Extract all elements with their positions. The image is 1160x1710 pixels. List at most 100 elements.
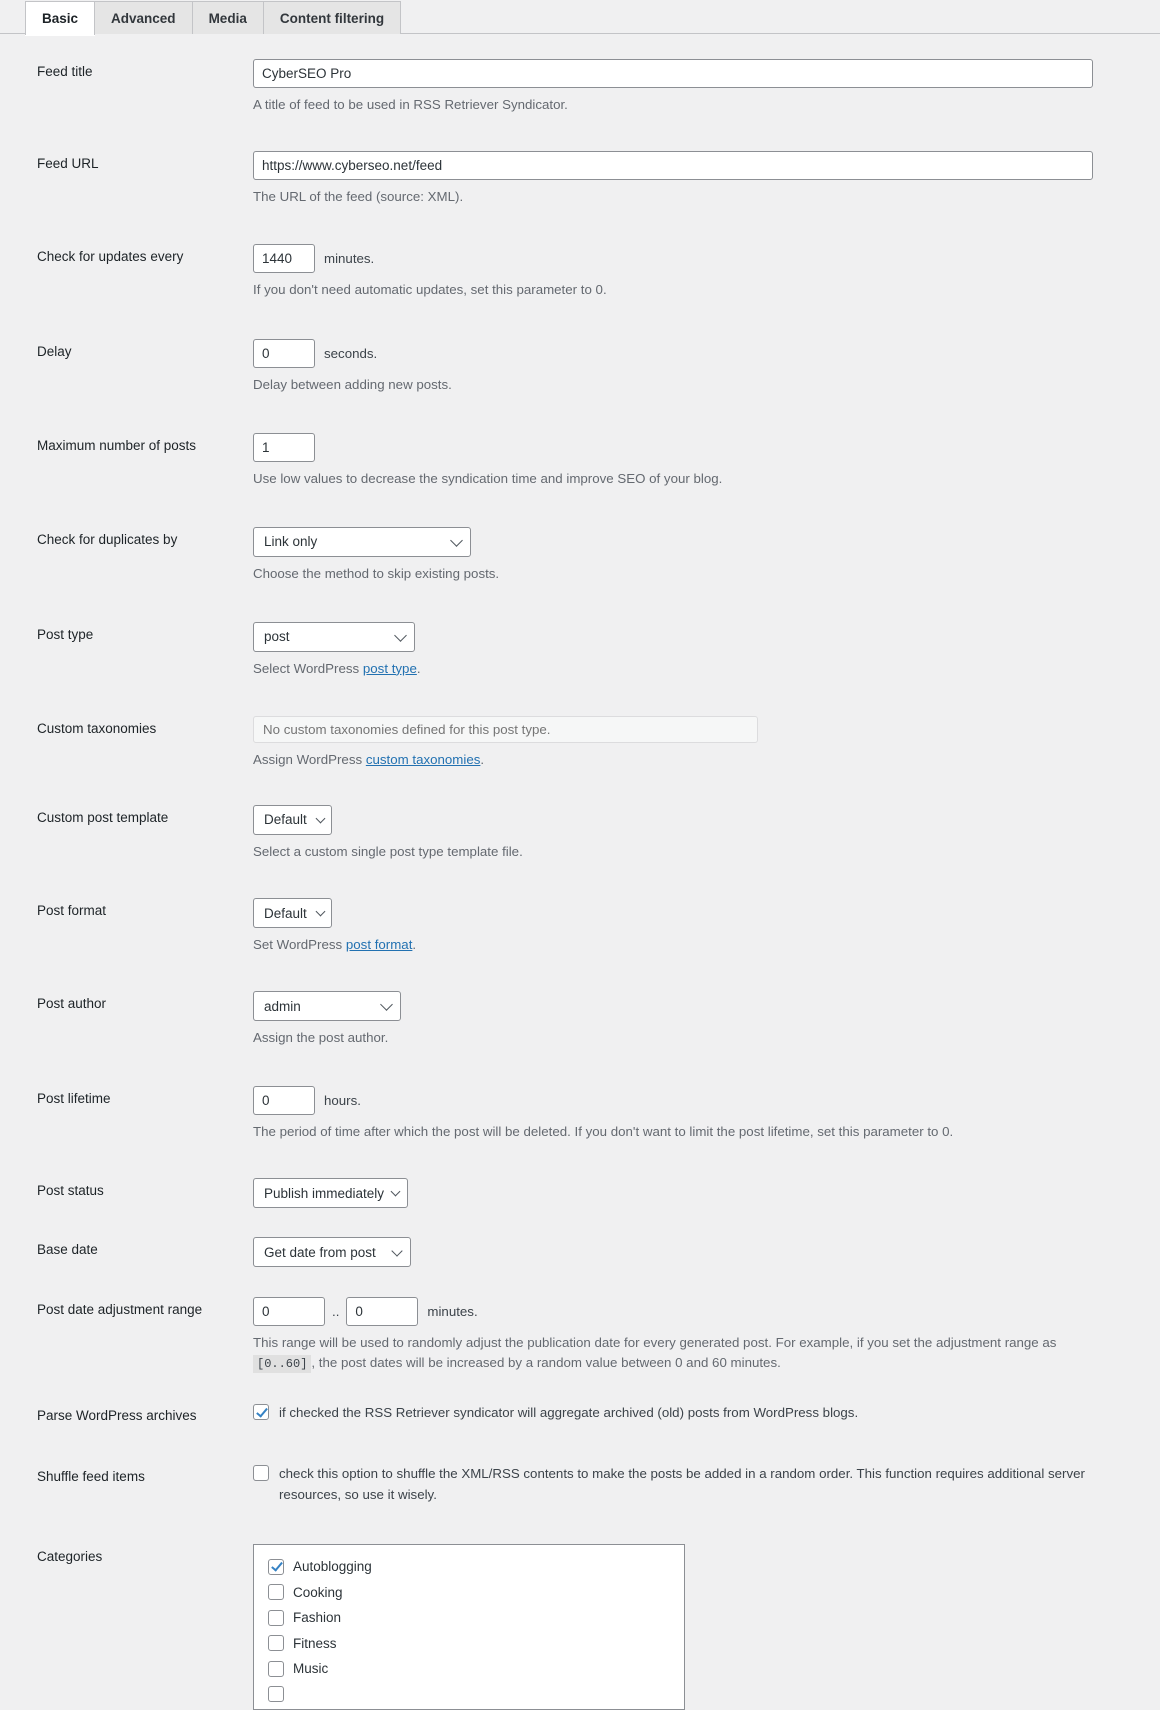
custom-taxonomies-desc-suffix: . [480,751,485,767]
max-posts-description: Use low values to decrease the syndicati… [253,470,723,486]
post-format-description: Set WordPress post format. [253,935,1083,955]
chevron-down-icon [315,813,326,823]
shuffle-feed-text: check this option to shuffle the XML/RSS… [279,1466,1085,1502]
tab-advanced[interactable]: Advanced [95,1,193,34]
parse-archives-checkbox[interactable] [253,1404,269,1421]
post-type-description: Select WordPress post type. [253,659,1083,679]
post-format-select[interactable]: Default [253,898,332,929]
post-format-desc-prefix: Set WordPress [253,937,346,953]
field-row-delay: Delay seconds. Delay between adding new … [0,338,1160,395]
category-checkbox-fashion[interactable] [268,1609,284,1626]
tab-content-filtering[interactable]: Content filtering [263,1,402,34]
label-post-date-range: Post date adjustment range [37,1302,203,1318]
post-author-description: Assign the post author. [253,1030,389,1046]
shuffle-feed-checkbox[interactable] [253,1465,269,1482]
category-item[interactable]: Music [268,1656,684,1682]
chevron-down-icon [394,628,407,642]
category-checkbox-autoblogging[interactable] [268,1558,284,1575]
label-base-date: Base date [37,1242,98,1258]
post-lifetime-description: The period of time after which the post … [253,1124,954,1140]
base-date-value: Get date from post [264,1244,376,1260]
check-duplicates-select[interactable]: Link only [253,526,471,557]
category-item[interactable] [268,1681,684,1707]
category-item[interactable]: Fashion [268,1605,684,1631]
label-max-posts: Maximum number of posts [37,437,197,453]
field-row-base-date: Base date Get date from post [0,1237,1160,1268]
label-custom-post-template: Custom post template [37,809,169,825]
feed-title-input[interactable] [253,59,1093,88]
tab-content-filtering-label: Content filtering [279,10,385,26]
category-item[interactable]: Autoblogging [268,1554,684,1580]
post-type-desc-suffix: . [416,660,421,676]
base-date-select[interactable]: Get date from post [253,1237,411,1268]
post-date-range-from-input[interactable] [253,1297,325,1327]
field-row-shuffle-feed: Shuffle feed items check this option to … [0,1464,1160,1504]
label-custom-taxonomies: Custom taxonomies [37,720,157,736]
feed-settings-form: Feed title A title of feed to be used in… [0,59,1160,1710]
feed-title-description: A title of feed to be used in RSS Retrie… [253,97,568,112]
label-post-format: Post format [37,903,107,919]
label-check-updates: Check for updates every [37,248,184,264]
label-feed-title: Feed title [37,64,93,79]
category-item[interactable]: Fitness [268,1630,684,1656]
category-label: Music [293,1661,329,1677]
custom-taxonomies-link[interactable]: custom taxonomies [366,752,481,767]
tab-media[interactable]: Media [192,1,264,34]
post-type-value: post [264,629,290,645]
delay-unit: seconds. [324,345,378,361]
chevron-down-icon [380,998,393,1012]
post-author-select[interactable]: admin [253,991,401,1022]
label-delay: Delay [37,343,72,359]
label-shuffle-feed: Shuffle feed items [37,1469,145,1485]
parse-archives-text: if checked the RSS Retriever syndicator … [279,1405,859,1421]
post-status-select[interactable]: Publish immediately [253,1178,408,1209]
chevron-down-icon [450,533,463,547]
tab-advanced-label: Advanced [111,10,176,26]
label-check-duplicates: Check for duplicates by [37,531,178,547]
post-date-range-description: This range will be used to randomly adju… [253,1333,1078,1374]
check-duplicates-description: Choose the method to skip existing posts… [253,565,500,581]
delay-input[interactable] [253,338,315,368]
post-status-value: Publish immediately [264,1185,385,1201]
post-format-desc-suffix: . [412,937,417,953]
category-label: Fashion [293,1610,342,1626]
tab-basic[interactable]: Basic [25,1,96,35]
category-checkbox-music[interactable] [268,1660,284,1677]
post-lifetime-input[interactable] [253,1086,315,1116]
field-row-post-author: Post author admin Assign the post author… [0,991,1160,1048]
category-checkbox-cooking[interactable] [268,1584,284,1601]
post-date-range-code-sample: [0..60] [253,1355,312,1374]
check-duplicates-value: Link only [264,534,318,550]
post-type-link[interactable]: post type [363,661,417,676]
check-updates-input[interactable] [253,243,315,273]
post-date-range-separator: .. [332,1304,340,1320]
category-checkbox-partial[interactable] [268,1686,284,1703]
post-date-range-unit: minutes. [427,1304,478,1320]
settings-tab-bar: Basic Advanced Media Content filtering [0,0,1160,35]
field-row-feed-url: Feed URL The URL of the feed (source: XM… [0,150,1160,207]
custom-post-template-value: Default [264,812,307,827]
feed-url-input[interactable] [253,150,1093,180]
category-label: Cooking [293,1584,343,1600]
field-row-post-status: Post status Publish immediately [0,1178,1160,1209]
post-type-select[interactable]: post [253,621,415,652]
post-lifetime-unit: hours. [324,1093,361,1109]
post-format-link[interactable]: post format [346,937,413,952]
custom-taxonomies-description: Assign WordPress custom taxonomies. [253,750,1083,770]
label-categories: Categories [37,1548,103,1564]
custom-taxonomies-input [253,715,758,743]
post-date-range-to-input[interactable] [346,1297,419,1327]
field-row-post-date-range: Post date adjustment range .. minutes. T… [0,1297,1160,1374]
categories-list[interactable]: Autoblogging Cooking Fashion Fitness Mus… [253,1543,685,1710]
custom-post-template-select[interactable]: Default [253,804,332,835]
field-row-check-duplicates: Check for duplicates by Link only Choose… [0,526,1160,584]
category-label: Autoblogging [293,1559,372,1575]
category-item[interactable]: Cooking [268,1579,684,1605]
max-posts-input[interactable] [253,432,315,462]
field-row-post-format: Post format Default Set WordPress post f… [0,898,1160,955]
label-post-status: Post status [37,1183,104,1199]
field-row-max-posts: Maximum number of posts Use low values t… [0,432,1160,489]
custom-post-template-description: Select a custom single post type templat… [253,843,523,859]
post-date-range-desc-part2: , the post dates will be increased by a … [311,1355,781,1371]
category-checkbox-fitness[interactable] [268,1635,284,1652]
